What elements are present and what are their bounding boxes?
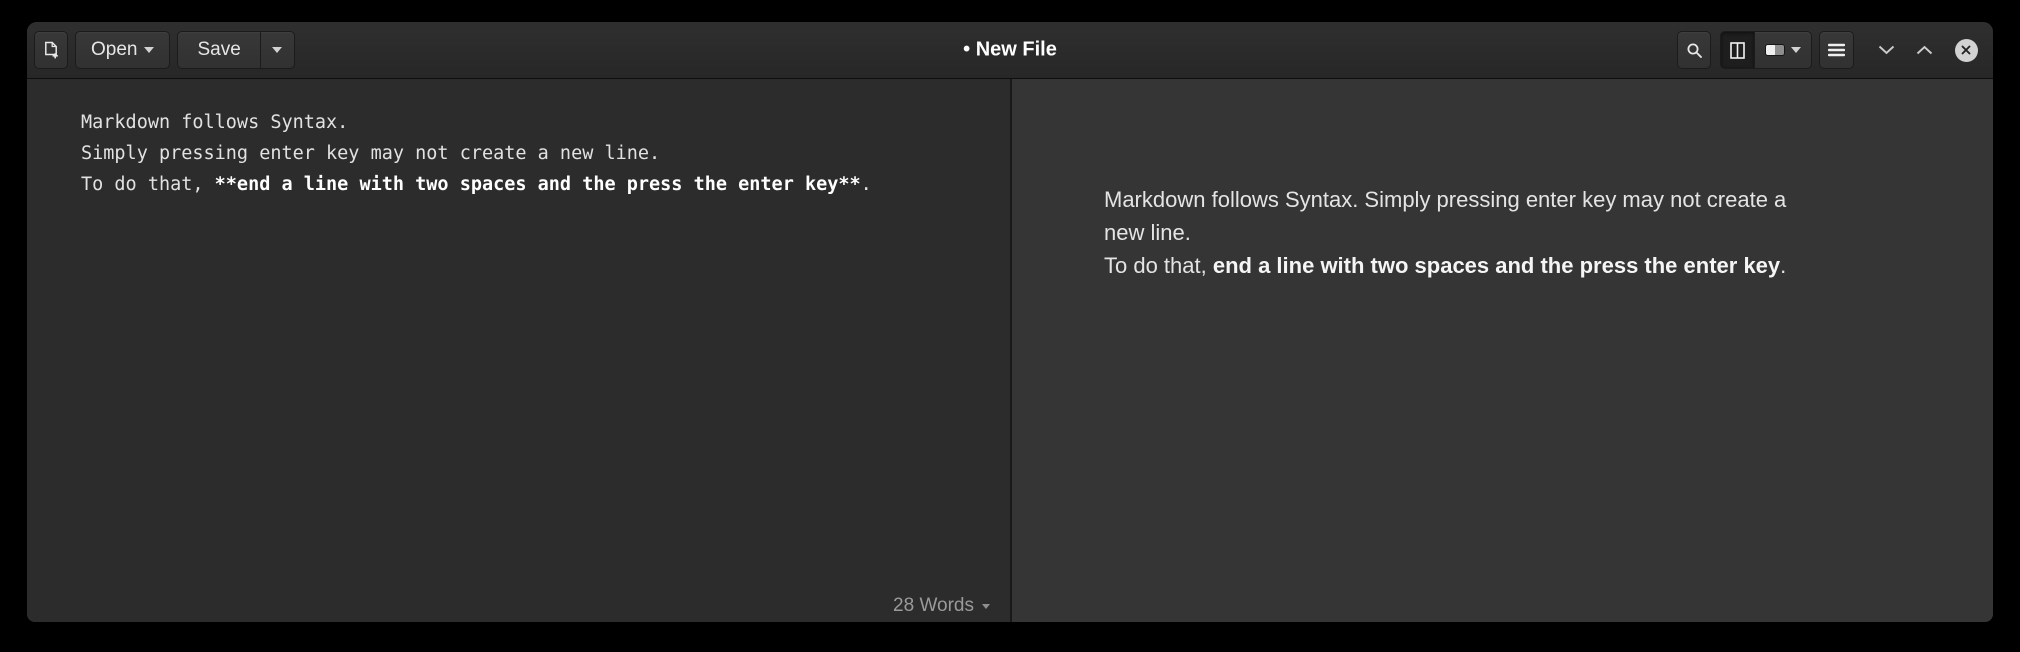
bold-text-segment: end a line with two spaces and the press… — [1212, 253, 1781, 278]
text-segment: To do that, — [81, 174, 215, 195]
editor-text: Markdown follows Syntax. Simply pressing … — [81, 107, 1010, 200]
hamburger-menu-icon — [1828, 43, 1845, 57]
save-button[interactable]: Save — [177, 31, 261, 69]
split-view-button[interactable] — [1720, 31, 1755, 69]
dropdown-arrow-icon — [144, 47, 155, 53]
main-content: Markdown follows Syntax. Simply pressing … — [27, 79, 1993, 622]
dropdown-arrow-icon — [1791, 47, 1801, 53]
new-file-button[interactable] — [34, 31, 68, 69]
text-line: Simply pressing enter key may not create… — [81, 138, 1010, 169]
save-button-group: Save — [177, 31, 295, 69]
headerbar-right-group — [1677, 31, 1981, 69]
window-title: • New File — [963, 38, 1057, 61]
close-button[interactable] — [1951, 35, 1981, 65]
word-count-button[interactable]: 28 Words — [893, 595, 990, 617]
view-mode-group — [1720, 31, 1812, 69]
menu-button[interactable] — [1819, 31, 1854, 69]
preview-text: Markdown follows Syntax. Simply pressing… — [1104, 183, 1937, 282]
save-button-label: Save — [197, 39, 241, 60]
text-line: To do that, end a line with two spaces a… — [1104, 249, 1937, 282]
text-line: Markdown follows Syntax. Simply pressing… — [1104, 183, 1937, 216]
chevron-up-icon — [1916, 45, 1932, 55]
search-button[interactable] — [1677, 31, 1711, 69]
close-icon — [1954, 38, 1978, 62]
text-segment: Markdown follows Syntax. — [81, 112, 349, 133]
open-button[interactable]: Open — [75, 31, 171, 69]
text-segment: Markdown follows Syntax. Simply pressing… — [1104, 187, 1787, 212]
chevron-down-button[interactable] — [1871, 35, 1901, 65]
app-window: Open Save • New File Markdown follows Sy… — [27, 22, 1993, 622]
dropdown-arrow-icon — [272, 47, 283, 53]
preview-pane: Markdown follows Syntax. Simply pressing… — [1012, 79, 1993, 622]
split-view-icon — [1730, 41, 1745, 59]
bold-text-segment: **end a line with two spaces and the pre… — [214, 174, 861, 195]
search-icon — [1687, 43, 1702, 58]
new-document-icon — [44, 41, 58, 58]
text-segment: To do that, — [1104, 253, 1213, 278]
chevron-up-button[interactable] — [1909, 35, 1939, 65]
headerbar: Open Save • New File — [27, 22, 1993, 79]
text-segment: . — [860, 174, 872, 195]
headerbar-left-group: Open Save — [34, 31, 295, 69]
text-line: new line. — [1104, 216, 1937, 249]
text-segment: . — [1780, 253, 1787, 278]
word-count-label: 28 Words — [893, 595, 974, 616]
text-line: Markdown follows Syntax. — [81, 107, 1010, 138]
preview-mode-button[interactable] — [1755, 31, 1812, 69]
open-button-label: Open — [91, 39, 138, 60]
text-segment: Simply pressing enter key may not create… — [81, 143, 661, 164]
text-line: To do that, **end a line with two spaces… — [81, 169, 1010, 200]
chevron-down-icon — [1878, 45, 1894, 55]
dropdown-arrow-icon — [982, 603, 990, 609]
save-options-button[interactable] — [260, 31, 295, 69]
editor-pane[interactable]: Markdown follows Syntax. Simply pressing … — [27, 79, 1010, 622]
text-segment: new line. — [1104, 220, 1191, 245]
preview-toggle-icon — [1765, 44, 1785, 56]
